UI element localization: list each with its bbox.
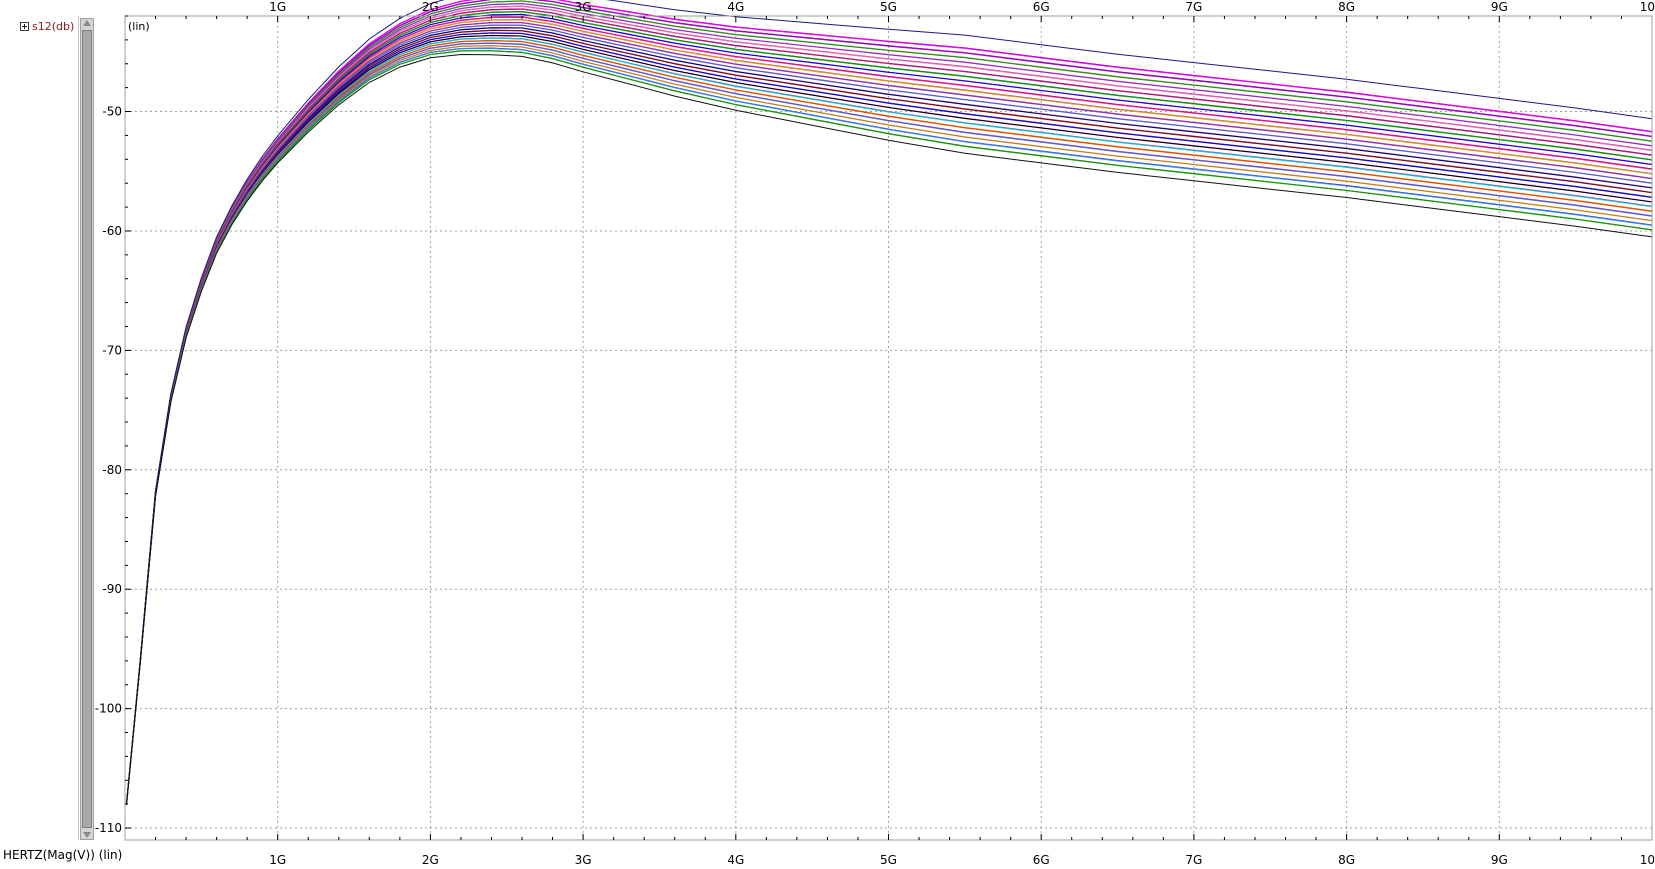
x-tick-label-top: 2G (422, 0, 439, 14)
x-tick-label-top: 4G (727, 0, 744, 14)
series-line (125, 34, 1653, 805)
x-tick-label-bottom: 5G (880, 853, 897, 867)
x-tick-label-bottom: 10G (1640, 853, 1655, 867)
series-line (125, 13, 1653, 805)
series-line (125, 24, 1653, 805)
y-tick-label: -60 (102, 224, 122, 238)
x-tick-label-bottom: 6G (1033, 853, 1050, 867)
series-line (125, 8, 1653, 805)
series-line (125, 39, 1653, 805)
x-tick-label-top: 5G (880, 0, 897, 14)
y-tick-label: -50 (102, 105, 122, 119)
x-tick-label-top: 10G (1640, 0, 1655, 14)
series-line (125, 29, 1653, 805)
series-line (125, 45, 1653, 805)
x-tick-label-top: 9G (1491, 0, 1508, 14)
x-tick-label-bottom: 8G (1338, 853, 1355, 867)
series-line (125, 3, 1653, 805)
x-tick-label-bottom: 9G (1491, 853, 1508, 867)
series-line (125, 47, 1653, 805)
x-tick-label-top: 3G (575, 0, 592, 14)
series-line (125, 47, 1653, 805)
x-tick-label-top: 1G (269, 0, 286, 14)
y-tick-label: -80 (102, 463, 122, 477)
series-line (125, 13, 1653, 805)
series-line (125, 45, 1653, 805)
x-axis-label: HERTZ(Mag(V)) (lin) (3, 848, 123, 862)
series-line (125, 40, 1653, 805)
series-line (125, 34, 1653, 805)
series-line (125, 19, 1653, 805)
x-tick-label-bottom: 2G (422, 853, 439, 867)
y-tick-label: -110 (95, 821, 122, 835)
y-scale-label: (lin) (128, 20, 150, 33)
series-line (125, 50, 1653, 805)
series-line (125, 29, 1653, 805)
x-tick-label-top: 7G (1185, 0, 1202, 14)
x-tick-label-bottom: 1G (269, 853, 286, 867)
series-line (125, 11, 1653, 805)
series-line (125, 40, 1653, 805)
y-tick-label: -90 (102, 582, 122, 596)
series-line (125, 8, 1653, 805)
series-line (125, 24, 1653, 805)
x-tick-label-top: 8G (1338, 0, 1355, 14)
series-line (125, 19, 1653, 805)
series-line (125, 29, 1653, 805)
y-tick-label: -100 (95, 702, 122, 716)
s12-plot: 1G 1G 2G 2G 3G 3G 4G 4G 5G 5G 6G 6G 7G 7G 8G 8G 9G 9G 10G 1… (95, 0, 1655, 867)
series-line (125, 50, 1653, 805)
x-tick-label-bottom: 4G (727, 853, 744, 867)
series-layer (125, 0, 1653, 805)
x-tick-label-top: 6G (1033, 0, 1050, 14)
series-line (125, 8, 1653, 805)
series-line (125, 2, 1653, 805)
x-tick-label-bottom: 3G (575, 853, 592, 867)
series-line (125, 19, 1653, 805)
series-line (125, 47, 1653, 805)
y-tick-label: -70 (102, 343, 122, 357)
x-tick-label-bottom: 7G (1185, 853, 1202, 867)
